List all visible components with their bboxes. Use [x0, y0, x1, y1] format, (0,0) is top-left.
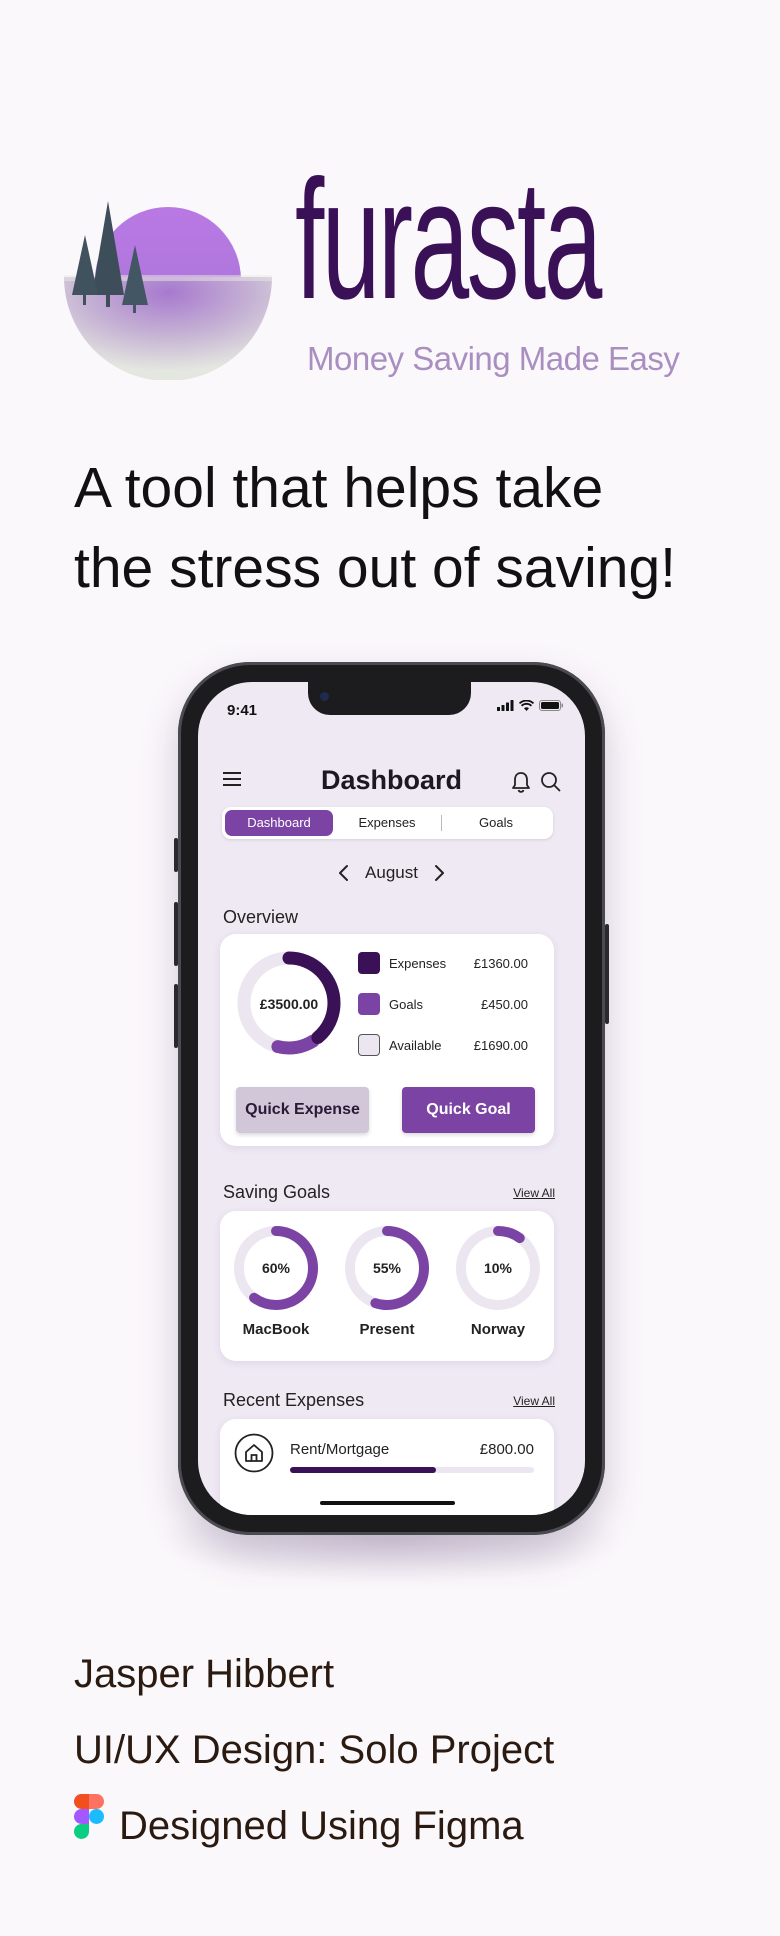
- brand-tagline: Money Saving Made Easy: [307, 340, 680, 377]
- overview-card: £3500.00 Expenses £1360.00 Goals £450.00…: [220, 934, 554, 1146]
- saving-goals-card: 60% MacBook 55% Present 10% Norway: [220, 1211, 554, 1361]
- headline-line-1: A tool that helps take: [74, 456, 604, 520]
- quick-goal-button[interactable]: Quick Goal: [402, 1087, 535, 1133]
- status-icons: [497, 700, 563, 711]
- goal-ring-macbook: 60%: [234, 1226, 318, 1310]
- tab-bar: Dashboard Expenses Goals: [222, 807, 553, 839]
- month-label: August: [365, 863, 418, 882]
- status-time: 9:41: [227, 702, 258, 719]
- expense-progress-track: [290, 1467, 534, 1473]
- figma-icon: [74, 1794, 104, 1839]
- expense-name: Rent/Mortgage: [290, 1441, 390, 1458]
- brand-name: furasta: [295, 145, 602, 335]
- headline: A tool that helps take the stress out of…: [74, 448, 754, 608]
- furasta-logo-mark: [64, 201, 272, 380]
- goal-percent: 10%: [484, 1260, 513, 1276]
- author-name: Jasper Hibbert: [74, 1652, 335, 1696]
- project-type: UI/UX Design: Solo Project: [74, 1728, 555, 1772]
- home-icon: [234, 1433, 274, 1473]
- legend-swatch-available: [358, 1034, 380, 1056]
- legend-value: £1690.00: [473, 1037, 528, 1053]
- chevron-left-icon[interactable]: [337, 864, 349, 882]
- goal-ring-norway: 10%: [456, 1226, 540, 1310]
- legend-label: Goals: [389, 996, 423, 1012]
- legend-available: Available £1690.00: [358, 1034, 528, 1056]
- tab-dashboard[interactable]: Dashboard: [225, 810, 333, 836]
- legend-goals: Goals £450.00: [358, 993, 528, 1015]
- signal-icon: [497, 700, 514, 711]
- overview-title: Overview: [223, 907, 299, 927]
- saving-goals-view-all-link[interactable]: View All: [513, 1186, 555, 1200]
- chevron-right-icon[interactable]: [434, 864, 446, 882]
- goal-name: Norway: [470, 1321, 526, 1338]
- legend-label: Expenses: [389, 955, 447, 971]
- phone-mockup: 9:41 Dashboard Dashboard Expenses Goals …: [174, 662, 609, 1535]
- recent-expenses-view-all-link[interactable]: View All: [513, 1394, 555, 1408]
- legend-swatch-expenses: [358, 952, 380, 974]
- recent-expenses-title: Recent Expenses: [223, 1390, 365, 1410]
- phone-side-button: [174, 838, 178, 872]
- phone-power-button: [605, 924, 609, 1024]
- expense-amount: £800.00: [479, 1441, 534, 1458]
- expense-progress-fill: [290, 1467, 437, 1473]
- overview-total: £3500.00: [259, 996, 319, 1012]
- legend-expenses: Expenses £1360.00: [358, 952, 528, 974]
- phone-volume-up-button: [174, 902, 178, 966]
- camera-icon: [320, 692, 329, 701]
- goal-name: Present: [359, 1321, 415, 1338]
- app-screen: 9:41 Dashboard Dashboard Expenses Goals …: [198, 682, 585, 1515]
- legend-label: Available: [389, 1037, 442, 1053]
- home-indicator: [320, 1501, 455, 1505]
- battery-icon: [539, 700, 563, 711]
- goal-ring-present: 55%: [345, 1226, 429, 1310]
- goal-name: MacBook: [242, 1321, 310, 1338]
- saving-goals-title: Saving Goals: [223, 1182, 331, 1202]
- goal-percent: 60%: [262, 1260, 291, 1276]
- phone-volume-down-button: [174, 984, 178, 1048]
- legend-value: £1360.00: [473, 955, 528, 971]
- legend-value: £450.00: [481, 996, 528, 1012]
- legend-swatch-goals: [358, 993, 380, 1015]
- month-selector: August: [198, 863, 585, 883]
- phone-notch: [308, 682, 471, 715]
- tab-goals[interactable]: Goals: [442, 810, 550, 836]
- search-icon[interactable]: [540, 771, 561, 792]
- headline-line-2: the stress out of saving!: [74, 536, 676, 600]
- wifi-icon: [519, 700, 534, 711]
- quick-expense-button[interactable]: Quick Expense: [236, 1087, 369, 1133]
- design-tool: Designed Using Figma: [119, 1804, 524, 1848]
- tab-expenses[interactable]: Expenses: [333, 810, 441, 836]
- notification-bell-icon[interactable]: [511, 771, 531, 793]
- goal-percent: 55%: [373, 1260, 402, 1276]
